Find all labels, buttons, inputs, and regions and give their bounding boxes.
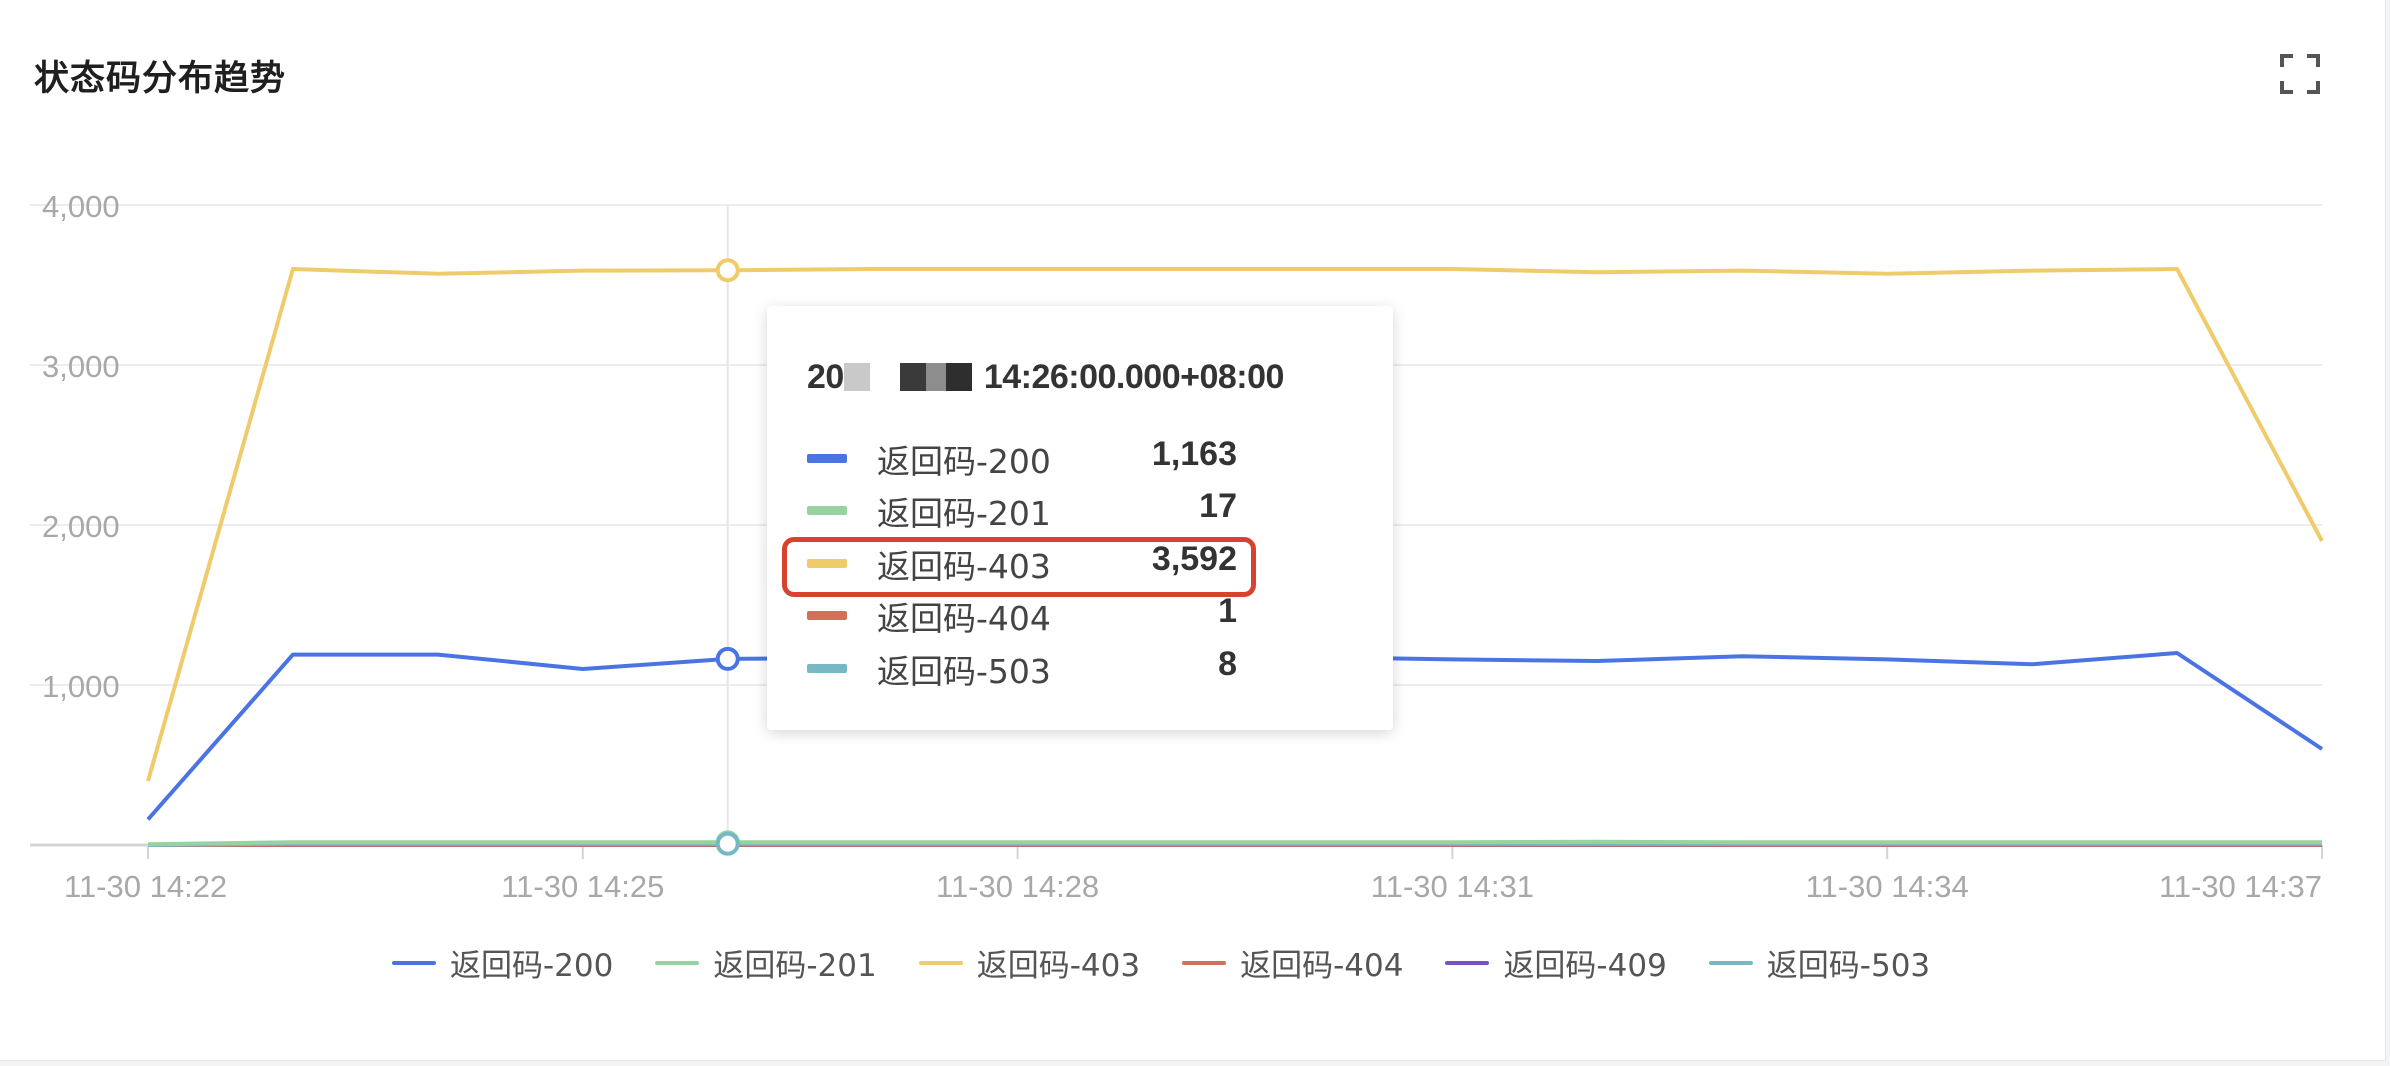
x-tick-label: 11-30 14:22 bbox=[64, 869, 227, 904]
x-tick-label: 11-30 14:34 bbox=[1806, 869, 1969, 904]
x-axis: 11-30 14:22 11-30 14:25 11-30 14:28 11-30 1… bbox=[30, 843, 2323, 904]
tooltip-time: 20 14:26:00.000+08:00 bbox=[807, 358, 1284, 397]
tooltip-series-value: 17 bbox=[1199, 487, 1237, 525]
tooltip-series-value: 8 bbox=[1218, 645, 1237, 683]
legend-label: 返回码-200 bbox=[450, 948, 614, 984]
redacted-blur bbox=[843, 361, 972, 391]
legend-label: 返回码-201 bbox=[713, 948, 877, 984]
tooltip-series-value: 1,163 bbox=[1151, 435, 1237, 473]
tooltip-row: 返回码-201 17 bbox=[807, 483, 1367, 535]
y-tick-label: 1,000 bbox=[42, 669, 120, 704]
y-axis: 4,000 3,000 2,000 1,000 bbox=[42, 189, 120, 704]
x-tick-label: 11-30 14:28 bbox=[936, 869, 1099, 904]
legend-swatch bbox=[392, 960, 436, 965]
x-tick-label: 11-30 14:37 bbox=[2159, 869, 2322, 904]
legend-item[interactable]: 返回码-404 bbox=[1182, 940, 1403, 985]
y-tick-label: 4,000 bbox=[42, 189, 120, 224]
legend-swatch bbox=[1445, 960, 1490, 965]
tooltip-series-name: 返回码-201 bbox=[877, 494, 1051, 533]
y-tick-label: 3,000 bbox=[42, 349, 120, 384]
legend-label: 返回码-503 bbox=[1766, 948, 1931, 984]
x-tick-label: 11-30 14:25 bbox=[501, 869, 664, 904]
legend-label: 返回码-409 bbox=[1503, 948, 1667, 984]
series-swatch bbox=[807, 611, 847, 620]
legend-label: 返回码-404 bbox=[1240, 948, 1404, 984]
series-swatch bbox=[807, 506, 847, 515]
chart-legend: 返回码-200 返回码-201 返回码-403 返回码-404 返回码-409 … bbox=[392, 940, 1972, 985]
tooltip-time-prefix: 20 bbox=[807, 358, 844, 396]
legend-item[interactable]: 返回码-200 bbox=[392, 940, 613, 985]
tooltip: 20 14:26:00.000+08:00 返回码-200 1,163 返回码-2… bbox=[767, 306, 1393, 730]
series-swatch bbox=[807, 454, 847, 463]
tooltip-series-value: 1 bbox=[1218, 592, 1237, 630]
tooltip-series-name: 返回码-404 bbox=[877, 599, 1051, 638]
legend-item[interactable]: 返回码-409 bbox=[1445, 940, 1667, 985]
legend-item[interactable]: 返回码-403 bbox=[918, 940, 1141, 985]
legend-swatch bbox=[918, 960, 963, 965]
highlight-annotation bbox=[782, 537, 1256, 597]
legend-item[interactable]: 返回码-201 bbox=[655, 940, 877, 985]
tooltip-row: 返回码-503 8 bbox=[807, 641, 1367, 693]
hover-point bbox=[715, 646, 740, 671]
series-line[interactable] bbox=[147, 839, 2322, 847]
tooltip-time-suffix: 14:26:00.000+08:00 bbox=[983, 358, 1285, 396]
tooltip-series-name: 返回码-200 bbox=[877, 442, 1051, 481]
chart-panel: 状态码分布趋势 4,000 3,000 2,000 1,000 11-30 14:22… bbox=[0, 0, 2386, 1061]
hover-point bbox=[715, 258, 740, 283]
x-tick-label: 11-30 14:31 bbox=[1371, 869, 1534, 904]
tooltip-row: 返回码-200 1,163 bbox=[807, 431, 1367, 483]
legend-swatch bbox=[1182, 960, 1227, 965]
legend-swatch bbox=[1708, 960, 1753, 965]
series-swatch bbox=[807, 664, 847, 673]
legend-item[interactable]: 返回码-503 bbox=[1708, 940, 1931, 985]
legend-label: 返回码-403 bbox=[976, 948, 1141, 984]
tooltip-series-name: 返回码-503 bbox=[877, 652, 1051, 691]
legend-swatch bbox=[655, 960, 700, 965]
hover-point bbox=[715, 831, 740, 856]
y-tick-label: 2,000 bbox=[42, 509, 120, 544]
